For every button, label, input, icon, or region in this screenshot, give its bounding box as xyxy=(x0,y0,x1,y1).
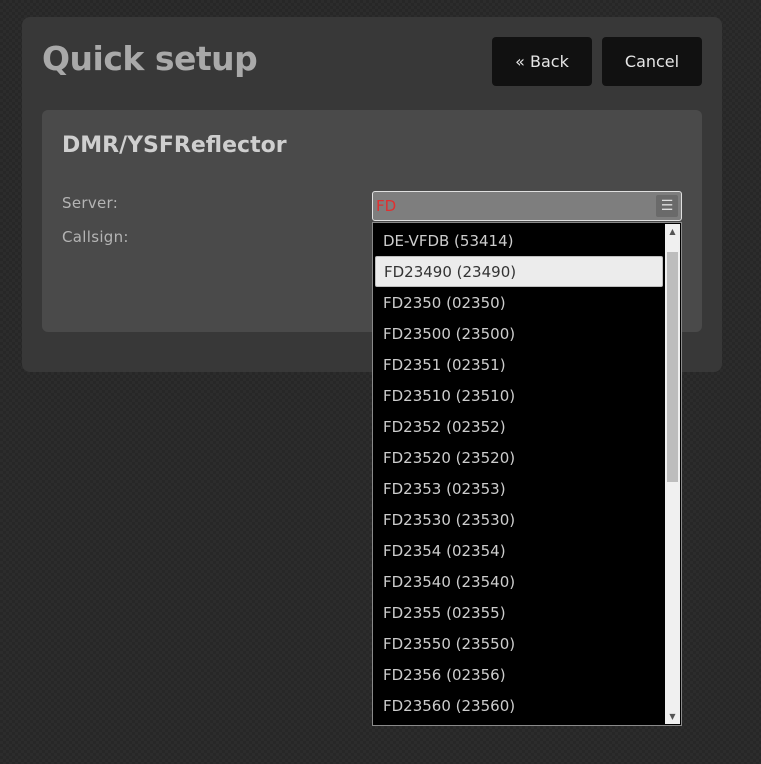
back-button[interactable]: « Back xyxy=(492,37,592,86)
dropdown-option[interactable]: FD2351 (02351) xyxy=(375,349,663,380)
dropdown-option[interactable]: FD2355 (02355) xyxy=(375,597,663,628)
page-title: Quick setup xyxy=(42,39,258,78)
dropdown-option[interactable]: FD23520 (23520) xyxy=(375,442,663,473)
dropdown-option[interactable]: FD23540 (23540) xyxy=(375,566,663,597)
dropdown-option[interactable]: FD23530 (23530) xyxy=(375,504,663,535)
card-title: DMR/YSFReflector xyxy=(62,133,287,158)
server-combobox[interactable]: ☰ xyxy=(372,191,682,221)
dropdown-scrollbar[interactable]: ▲ ▼ xyxy=(665,224,680,724)
dropdown-option[interactable]: FD23490 (23490) xyxy=(375,256,663,287)
list-icon[interactable]: ☰ xyxy=(656,195,678,217)
dropdown-option[interactable]: FD23560 (23560) xyxy=(375,690,663,721)
dropdown-option[interactable]: FD23500 (23500) xyxy=(375,318,663,349)
scroll-up-arrow-icon[interactable]: ▲ xyxy=(665,224,680,239)
server-label: Server: xyxy=(62,194,119,212)
dropdown-option[interactable]: FD2354 (02354) xyxy=(375,535,663,566)
dropdown-option[interactable]: FD2356 (02356) xyxy=(375,659,663,690)
scroll-thumb[interactable] xyxy=(667,252,678,482)
scroll-down-arrow-icon[interactable]: ▼ xyxy=(665,709,680,724)
dropdown-option[interactable]: FD2353 (02353) xyxy=(375,473,663,504)
callsign-label: Callsign: xyxy=(62,228,129,246)
cancel-button[interactable]: Cancel xyxy=(602,37,702,86)
dropdown-option[interactable]: FD23550 (23550) xyxy=(375,628,663,659)
dropdown-option[interactable]: FD23510 (23510) xyxy=(375,380,663,411)
dropdown-option[interactable]: FD2352 (02352) xyxy=(375,411,663,442)
server-dropdown-list[interactable]: DE-VFDB (53414) FD23490 (23490) FD2350 (02… xyxy=(372,222,682,726)
dropdown-option[interactable]: DE-VFDB (53414) xyxy=(375,225,663,256)
dropdown-option[interactable]: FD2350 (02350) xyxy=(375,287,663,318)
server-input[interactable] xyxy=(375,194,655,218)
